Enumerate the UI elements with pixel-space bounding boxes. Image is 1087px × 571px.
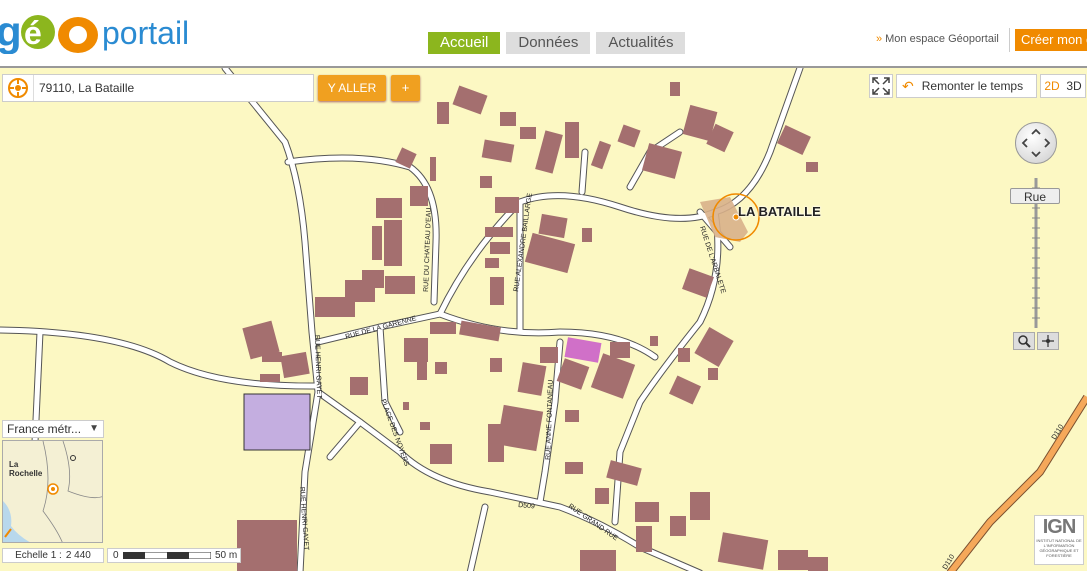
geoportail-logo[interactable]: g é portail (0, 4, 215, 55)
map-viewport[interactable]: RUE DU CHATEAU D'EAU RUE ALEXANDRE BAILL… (0, 66, 1087, 571)
pan-control[interactable] (1015, 122, 1057, 164)
ign-logo-text: IGN (1042, 516, 1077, 538)
geoportail-locate-icon[interactable] (7, 77, 29, 99)
fullscreen-button[interactable] (869, 74, 893, 98)
mode-2d-button[interactable]: 2D (1044, 79, 1059, 93)
logo-e: é (24, 15, 42, 51)
tab-actualites[interactable]: Actualités (596, 32, 686, 54)
minimap-label: La (9, 460, 19, 469)
search-bar (2, 74, 314, 102)
highlighted-building (564, 337, 602, 363)
territory-select[interactable]: France métr... ▼ (2, 420, 104, 438)
time-travel-label: Remonter le temps (921, 79, 1024, 93)
street-label: RUE GRAND RUE (567, 503, 619, 543)
map-canvas[interactable]: RUE DU CHATEAU D'EAU RUE ALEXANDRE BAILL… (0, 68, 1087, 571)
minimap-label: Rochelle (9, 469, 43, 478)
my-space-label: Mon espace Géoportail (885, 33, 999, 45)
more-options-button[interactable]: + (391, 75, 420, 101)
center-map-button[interactable] (1037, 332, 1059, 350)
search-input[interactable] (33, 75, 311, 101)
tab-accueil[interactable]: Accueil (428, 32, 501, 54)
ruler-start: 0 (113, 550, 119, 561)
scale-value: 2 440 (65, 550, 91, 561)
zoom-tools (1013, 332, 1059, 350)
header: g é portail Accueil Données Actualités »… (0, 0, 1087, 66)
territory-value: France métr... (7, 422, 82, 436)
parcel-area (243, 393, 311, 451)
tab-donnees[interactable]: Données (506, 32, 591, 54)
crosshair-icon (1042, 335, 1054, 347)
mode-3d-button[interactable]: 3D (1066, 79, 1081, 93)
scale-ruler: 0 50 m (107, 548, 241, 563)
go-button[interactable]: Y ALLER (318, 75, 386, 101)
ruler-bar (123, 552, 211, 559)
street-label: D509 (518, 502, 535, 510)
place-label: LA BATAILLE (738, 204, 821, 219)
scale-label: Echelle 1 : (15, 550, 62, 561)
divider (1009, 28, 1010, 52)
my-space-link[interactable]: » Mon espace Géoportail (876, 33, 999, 45)
overview-map[interactable]: La Rochelle (2, 440, 103, 543)
zoom-level-handle[interactable]: Rue (1010, 188, 1060, 204)
magnifier-icon (1018, 335, 1031, 348)
ign-logo[interactable]: IGN INSTITUT NATIONAL DE L'INFORMATION G… (1034, 515, 1084, 565)
view-mode-switch: 2D 3D (1040, 74, 1086, 98)
main-nav: Accueil Données Actualités (428, 32, 686, 54)
ign-subtitle: INSTITUT NATIONAL DE L'INFORMATION GÉOGR… (1036, 538, 1082, 558)
chevron-down-icon: ▼ (89, 423, 99, 434)
undo-arrow-icon: ↶ (902, 77, 914, 94)
street-label: RUE ANNE FONTANEAU (545, 379, 555, 460)
create-account-button[interactable]: Créer mon compte (1015, 29, 1087, 51)
pan-arrows-icon (1021, 128, 1051, 158)
scale-indicator: Echelle 1 : 2 440 (2, 548, 104, 563)
logo-portail: portail (102, 15, 189, 51)
fullscreen-icon (872, 77, 890, 95)
ruler-end: 50 m (215, 550, 238, 561)
logo-g: g (0, 8, 22, 54)
zoom-box-button[interactable] (1013, 332, 1035, 350)
chevron-right-icon: » (876, 33, 883, 45)
time-travel-button[interactable]: ↶ Remonter le temps (896, 74, 1037, 98)
